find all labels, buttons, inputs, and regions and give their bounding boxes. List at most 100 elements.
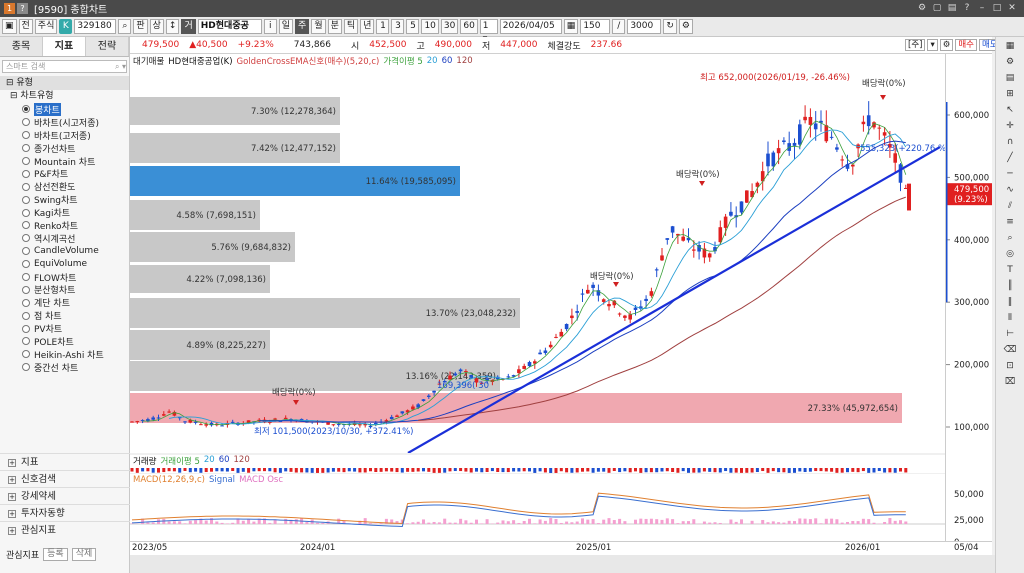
volume-panel[interactable]: 거래량 거래이평 5 20 60 120 xyxy=(130,455,945,473)
radio-icon[interactable] xyxy=(22,260,30,269)
radio-icon[interactable] xyxy=(22,247,30,256)
pin-icon[interactable]: ▤ xyxy=(946,2,958,14)
price-chart[interactable]: 7.30% (12,278,364) 7.42% (12,477,152) 11.6… xyxy=(130,67,949,454)
chart-type-option[interactable]: Mountain 차트 xyxy=(0,155,129,168)
minute-3[interactable]: 3 xyxy=(391,19,405,34)
macd-panel[interactable]: MACD(12,26,9,c) Signal MACD Osc xyxy=(130,474,945,541)
lock-icon-2[interactable]: ⊡ xyxy=(1003,359,1017,373)
radio-icon[interactable] xyxy=(22,195,30,204)
chart-type-option[interactable]: 점 차트 xyxy=(0,309,129,322)
ju-button[interactable]: [주] xyxy=(905,39,926,51)
radio-icon[interactable] xyxy=(22,169,30,178)
radio-icon[interactable] xyxy=(22,105,30,114)
legend-item[interactable]: 20 xyxy=(427,56,438,66)
refresh-icon[interactable]: ↻ xyxy=(663,19,677,34)
legend-item[interactable]: 대기매물 xyxy=(133,55,164,67)
chart-type-option[interactable]: Renko차트 xyxy=(0,219,129,232)
chart-type-option[interactable]: 바차트(시고저종) xyxy=(0,116,129,129)
trash-icon[interactable]: ⌧ xyxy=(1003,375,1017,389)
register-button[interactable]: 등록 xyxy=(43,547,68,561)
chart-type-option[interactable]: Swing차트 xyxy=(0,193,129,206)
legend-item[interactable]: 120 xyxy=(456,56,472,66)
market-type-button[interactable]: 주식 xyxy=(34,19,58,34)
minute-30[interactable]: 30 xyxy=(440,19,459,34)
radio-icon[interactable] xyxy=(22,118,30,127)
calendar-icon[interactable]: ▦ xyxy=(563,19,579,34)
radio-icon[interactable] xyxy=(22,363,30,372)
shape-icon[interactable]: ◎ xyxy=(1003,247,1017,261)
chart-type-option[interactable]: CandleVolume xyxy=(0,245,129,258)
radio-icon[interactable] xyxy=(22,131,30,140)
radio-icon[interactable] xyxy=(22,350,30,359)
chart-icon[interactable]: ⊞ xyxy=(1003,87,1017,101)
buy-button[interactable]: 매수 xyxy=(955,39,977,51)
eraser-icon[interactable]: ⌫ xyxy=(1003,343,1017,357)
period-minute[interactable]: 분 xyxy=(327,19,342,34)
search-icon-left[interactable]: ⌕ ▾ xyxy=(115,61,126,72)
sang-button[interactable]: 상 xyxy=(149,19,164,34)
text-icon[interactable]: T xyxy=(1003,263,1017,277)
minimize-icon[interactable]: – xyxy=(976,2,988,14)
chart-type-option[interactable]: 계단 차트 xyxy=(0,296,129,309)
legend-item[interactable]: GoldenCrossEMA신호(매수)(5,20,c) xyxy=(237,55,380,67)
max-input[interactable]: 3000 xyxy=(627,19,662,34)
help-icon-2[interactable]: ? xyxy=(961,2,973,14)
period-month[interactable]: 월 xyxy=(311,19,326,34)
radio-icon[interactable] xyxy=(22,144,30,153)
tab-indicator[interactable]: 지표 xyxy=(43,37,86,56)
chart-type-option[interactable]: POLE차트 xyxy=(0,335,129,348)
minute-10[interactable]: 10 xyxy=(421,19,439,34)
chart-type-option[interactable]: 중간선 차트 xyxy=(0,361,129,374)
radio-icon[interactable] xyxy=(22,273,30,282)
radio-icon[interactable] xyxy=(22,311,30,320)
layout-icon[interactable]: ▤ xyxy=(1003,71,1017,85)
radio-icon[interactable] xyxy=(22,285,30,294)
minute-60[interactable]: 60 xyxy=(460,19,478,34)
fib-icon[interactable]: ≡ xyxy=(1003,215,1017,229)
period-year[interactable]: 년 xyxy=(360,19,375,34)
radio-icon[interactable] xyxy=(22,234,30,243)
minute-5[interactable]: 5 xyxy=(406,19,420,34)
count-input[interactable]: 150 xyxy=(580,19,611,34)
settings-icon[interactable]: ⚙ xyxy=(916,2,928,14)
gear-icon[interactable]: ⚙ xyxy=(1003,55,1017,69)
period-day[interactable]: 일 xyxy=(278,19,294,34)
cursor-icon[interactable]: ↖ xyxy=(1003,103,1017,117)
settings-icon-2[interactable]: ⚙ xyxy=(939,39,954,51)
radio-icon[interactable] xyxy=(22,298,30,307)
period-week[interactable]: 주 xyxy=(295,19,310,34)
chart-type-option[interactable]: FLOW차트 xyxy=(0,271,129,284)
legend-item[interactable]: 60 xyxy=(442,56,453,66)
chart-type-option[interactable]: 삼선전환도 xyxy=(0,180,129,193)
legend-item[interactable]: HD현대중공업(K) xyxy=(168,55,232,67)
measure-icon[interactable]: ⊢ xyxy=(1003,327,1017,341)
maximize-icon[interactable]: □ xyxy=(991,2,1003,14)
chart-type-option[interactable]: 종가선차트 xyxy=(0,142,129,155)
chart-type-option[interactable]: Heikin-Ashi 차트 xyxy=(0,348,129,361)
line-icon[interactable]: ╱ xyxy=(1003,151,1017,165)
radio-icon[interactable] xyxy=(22,157,30,165)
pan-button[interactable]: 판 xyxy=(133,19,148,34)
toolbar-gear-icon[interactable]: ⚙ xyxy=(678,19,693,34)
tab-strategy[interactable]: 전략 xyxy=(86,37,129,56)
section-favorite[interactable]: + 관심지표 xyxy=(0,521,130,538)
price-chart-svg[interactable]: 7.30% (12,278,364) 7.42% (12,477,152) 11.6… xyxy=(130,67,949,454)
radio-icon[interactable] xyxy=(22,337,30,346)
section-type[interactable]: ⊟ 유형 xyxy=(0,76,129,90)
radio-icon[interactable] xyxy=(22,182,30,191)
chart-type-option[interactable]: Kagi차트 xyxy=(0,206,129,219)
section-signal-search[interactable]: + 신호검색 xyxy=(0,470,130,487)
chart-type-option[interactable]: PV차트 xyxy=(0,322,129,335)
restore-icon[interactable]: ▢ xyxy=(931,2,943,14)
section-investor[interactable]: + 투자자동향 xyxy=(0,504,130,521)
legend-item[interactable]: 가격이평 5 xyxy=(383,55,422,67)
chart-type-option[interactable]: P&F차트 xyxy=(0,167,129,180)
period-tick[interactable]: 틱 xyxy=(343,19,359,34)
bars-icon[interactable]: ║ xyxy=(1003,279,1017,293)
channel-icon[interactable]: ⫽ xyxy=(1003,199,1017,213)
stock-code-input[interactable]: 329180 xyxy=(74,19,117,34)
delete-button[interactable]: 삭제 xyxy=(71,547,97,561)
zoom-icon[interactable]: ⌕ xyxy=(1003,231,1017,245)
grid-icon[interactable]: ▦ xyxy=(1003,39,1017,53)
bars2-icon[interactable]: ‖ xyxy=(1003,295,1017,309)
